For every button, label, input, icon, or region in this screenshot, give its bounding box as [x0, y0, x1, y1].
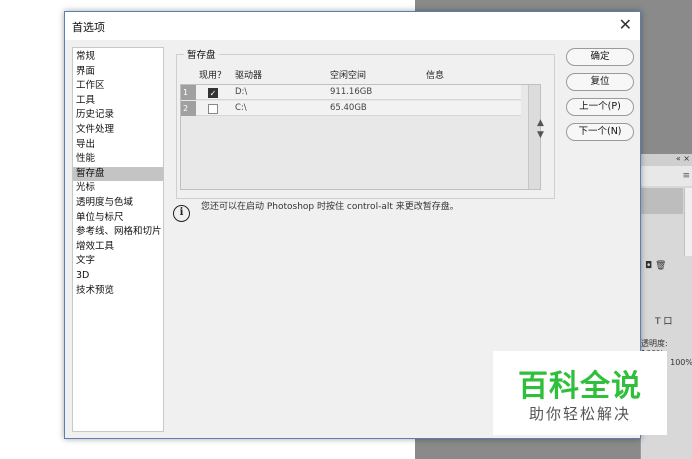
nav-item[interactable]: 工作区 — [73, 79, 163, 94]
nav-item[interactable]: 工具 — [73, 94, 163, 109]
active-checkbox[interactable] — [208, 104, 218, 114]
watermark-title: 百科全说 — [518, 369, 642, 404]
scratch-disks-group: 暂存盘 现用？ 驱动器 空闲空间 信息 1 ✓ D:\ 911.16GB 2 C… — [176, 47, 555, 199]
nav-item[interactable]: 历史记录 — [73, 108, 163, 123]
ok-button[interactable]: 确定 — [566, 48, 634, 66]
dialog-title: 首选项 — [72, 21, 105, 34]
free-space-cell: 911.16GB — [330, 87, 373, 97]
type-tools[interactable]: T 口 — [641, 314, 692, 328]
nav-item[interactable]: 界面 — [73, 65, 163, 80]
nav-item[interactable]: 光标 — [73, 181, 163, 196]
nav-item[interactable]: 透明度与色域 — [73, 196, 163, 211]
nav-item[interactable]: 3D — [73, 269, 163, 284]
drive-cell: D:\ — [235, 87, 248, 97]
move-down-icon[interactable]: ▼ — [537, 130, 544, 140]
col-header-drive: 驱动器 — [235, 71, 263, 81]
nav-item[interactable]: 技术预览 — [73, 284, 163, 299]
active-checkbox[interactable]: ✓ — [208, 88, 218, 98]
reset-button[interactable]: 复位 — [566, 73, 634, 91]
close-icon[interactable]: ✕ — [619, 15, 632, 34]
nav-item[interactable]: 暂存盘 — [73, 166, 163, 182]
nav-item[interactable]: 文件处理 — [73, 123, 163, 138]
watermark: 百科全说 助你轻松解决 — [493, 351, 667, 435]
prev-button[interactable]: 上一个(P) — [566, 98, 634, 116]
group-title: 暂存盘 — [184, 47, 219, 61]
watermark-subtitle: 助你轻松解决 — [528, 405, 631, 423]
category-list: 常规 界面 工作区 工具 历史记录 文件处理 导出 性能 暂存盘 光标 透明度与色域 单位与标尺 参考线… — [72, 47, 164, 432]
selected-layer[interactable] — [641, 188, 683, 214]
table-row[interactable]: 2 C:\ 65.40GB — [181, 101, 521, 116]
nav-item[interactable]: 导出 — [73, 138, 163, 153]
row-number: 2 — [181, 101, 196, 116]
panel-scrollbar[interactable] — [684, 188, 692, 256]
nav-item[interactable]: 单位与标尺 — [73, 211, 163, 226]
panel-menu-icon[interactable]: ≡ — [641, 166, 692, 186]
col-header-info: 信息 — [426, 71, 445, 81]
panel-header[interactable]: « × — [641, 154, 692, 166]
next-button[interactable]: 下一个(N) — [566, 123, 634, 141]
move-up-icon[interactable]: ▲ — [537, 118, 544, 128]
nav-item[interactable]: 常规 — [73, 50, 163, 65]
info-icon: i — [173, 205, 190, 222]
panel-tools[interactable]: ◘ 🗑 — [641, 258, 692, 274]
col-header-free: 空闲空间 — [330, 71, 367, 81]
free-space-cell: 65.40GB — [330, 103, 367, 113]
title-bar: 首选项 ✕ — [65, 12, 640, 40]
col-header-active: 现用？ — [199, 71, 227, 81]
nav-item[interactable]: 文字 — [73, 254, 163, 269]
table-row[interactable]: 1 ✓ D:\ 911.16GB — [181, 85, 521, 100]
opacity-readout: 透明度: 100% — [641, 339, 668, 358]
info-text: 您还可以在启动 Photoshop 时按住 control-alt 来更改暂存盘… — [201, 202, 459, 212]
nav-item[interactable]: 参考线、网格和切片 — [73, 225, 163, 240]
nav-item[interactable]: 性能 — [73, 152, 163, 167]
drive-cell: C:\ — [235, 103, 247, 113]
nav-item[interactable]: 增效工具 — [73, 240, 163, 255]
scratch-disks-table: 1 ✓ D:\ 911.16GB 2 C:\ 65.40GB — [180, 84, 541, 190]
row-number: 1 — [181, 85, 196, 100]
